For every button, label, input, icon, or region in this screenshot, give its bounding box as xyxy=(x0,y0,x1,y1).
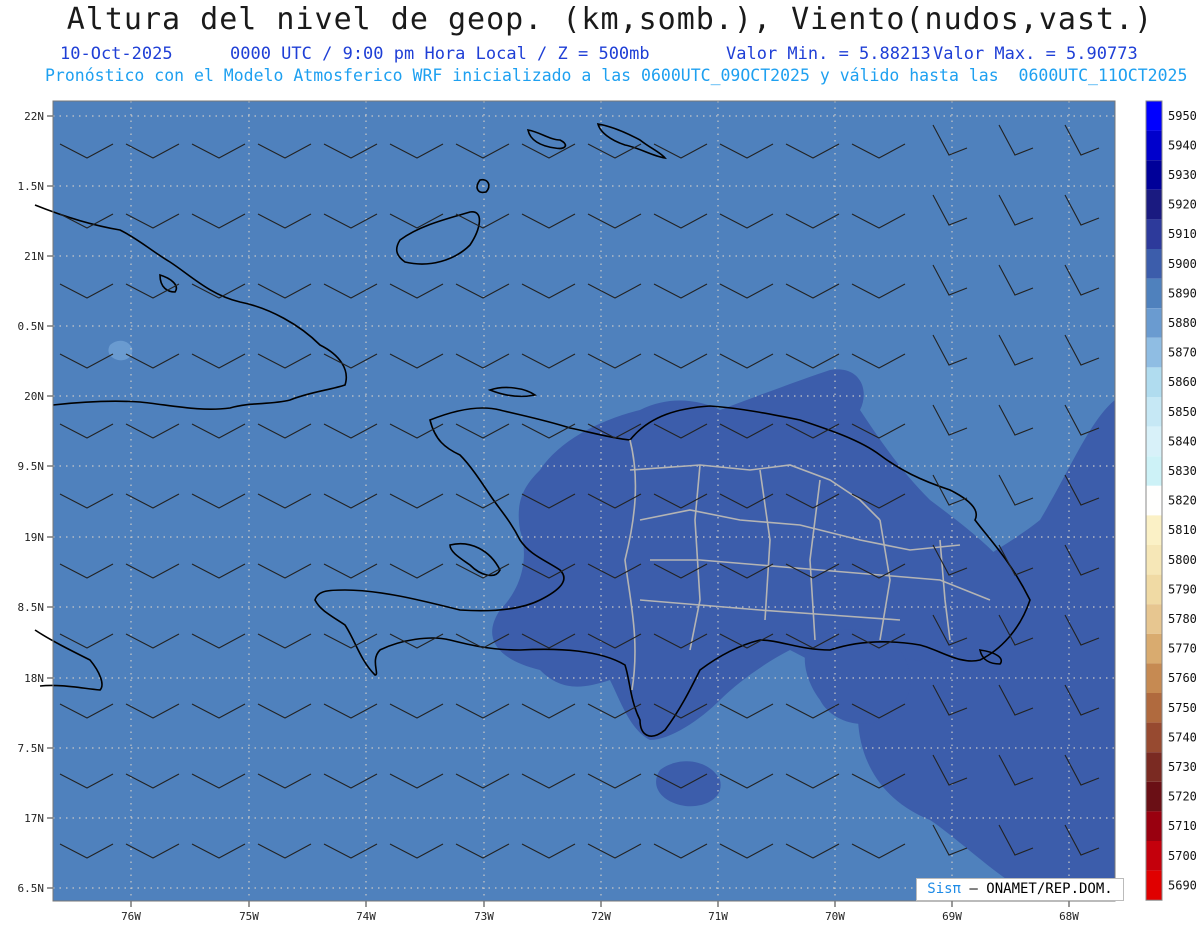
colorbar-label: 5790 xyxy=(1168,582,1197,596)
colorbar-swatch xyxy=(1146,367,1162,397)
colorbar-label: 5770 xyxy=(1168,642,1197,656)
colorbar-label: 5750 xyxy=(1168,701,1197,715)
colorbar-label: 5810 xyxy=(1168,523,1197,537)
colorbar-swatch xyxy=(1146,663,1162,693)
colorbar-label: 5910 xyxy=(1168,227,1197,241)
colorbar-label: 5920 xyxy=(1168,198,1197,212)
lon-label: 72W xyxy=(591,910,611,923)
colorbar-label: 5870 xyxy=(1168,346,1197,360)
colorbar-swatch xyxy=(1146,693,1162,723)
colorbar-label: 5860 xyxy=(1168,375,1197,389)
colorbar-label: 5950 xyxy=(1168,109,1197,123)
colorbar-label: 5800 xyxy=(1168,553,1197,567)
lon-label: 68W xyxy=(1059,910,1079,923)
colorbar-swatch xyxy=(1146,249,1162,279)
colorbar-swatch xyxy=(1146,160,1162,190)
colorbar-label: 5850 xyxy=(1168,405,1197,419)
colorbar-swatch xyxy=(1146,545,1162,575)
colorbar-label: 5690 xyxy=(1168,878,1197,892)
lat-label: 9.5N xyxy=(18,460,45,473)
lat-label: 22N xyxy=(24,110,44,123)
colorbar-swatch xyxy=(1146,426,1162,457)
colorbar-swatch xyxy=(1146,633,1162,664)
credit-box: Sisπ – ONAMET/REP.DOM. xyxy=(916,878,1124,901)
colorbar-label: 5760 xyxy=(1168,671,1197,685)
colorbar-swatch xyxy=(1146,752,1162,782)
colorbar-swatch xyxy=(1146,456,1162,486)
colorbar-label: 5820 xyxy=(1168,494,1197,508)
lat-label: 20N xyxy=(24,390,44,403)
colorbar-swatch xyxy=(1146,397,1162,427)
colorbar-swatch xyxy=(1146,278,1162,309)
colorbar-swatch xyxy=(1146,574,1162,605)
colorbar-swatch xyxy=(1146,485,1162,516)
lat-label: 0.5N xyxy=(18,320,45,333)
colorbar-swatch xyxy=(1146,101,1162,131)
lat-label: 17N xyxy=(24,812,44,825)
sispi-logo: Sisπ xyxy=(927,881,961,897)
colorbar-label: 5890 xyxy=(1168,286,1197,300)
colorbar-label: 5730 xyxy=(1168,760,1197,774)
colorbar-swatch xyxy=(1146,811,1162,841)
lon-label: 75W xyxy=(239,910,259,923)
lat-label: 7.5N xyxy=(18,742,45,755)
colorbar-swatch xyxy=(1146,189,1162,220)
colorbar-label: 5830 xyxy=(1168,464,1197,478)
colorbar-swatch xyxy=(1146,841,1162,871)
colorbar-label: 5840 xyxy=(1168,434,1197,448)
colorbar-label: 5700 xyxy=(1168,849,1197,863)
longitude-labels: 76W 75W 74W 73W 72W 71W 70W 69W 68W xyxy=(121,901,1079,923)
colorbar-swatch xyxy=(1146,308,1162,338)
lat-label: 18N xyxy=(24,672,44,685)
colorbar-label: 5930 xyxy=(1168,168,1197,182)
lat-label: 6.5N xyxy=(18,882,45,895)
lat-label: 8.5N xyxy=(18,601,45,614)
colorbar-swatch xyxy=(1146,130,1162,161)
lon-label: 71W xyxy=(708,910,728,923)
lat-label: 1.5N xyxy=(18,180,45,193)
colorbar-label: 5740 xyxy=(1168,730,1197,744)
colorbar-swatch xyxy=(1146,337,1162,368)
colorbar-swatch xyxy=(1146,219,1162,249)
geopotential-map: 22N 1.5N 21N 0.5N 20N 9.5N 19N 8.5N 18N 7.5N 17N 6.… xyxy=(18,100,1197,923)
colorbar-swatch xyxy=(1146,604,1162,634)
latitude-labels: 22N 1.5N 21N 0.5N 20N 9.5N 19N 8.5N 18N 7.5N 17N 6.… xyxy=(18,110,53,895)
colorbar-swatch xyxy=(1146,722,1162,753)
colorbar-swatch xyxy=(1146,870,1162,901)
lon-label: 69W xyxy=(942,910,962,923)
colorbar-label: 5720 xyxy=(1168,790,1197,804)
lon-label: 76W xyxy=(121,910,141,923)
colorbar-label: 5900 xyxy=(1168,257,1197,271)
colorbar-swatch xyxy=(1146,515,1162,545)
lat-label: 19N xyxy=(24,531,44,544)
colorbar: 5950 5940 5930 5920 5910 5900 5890 5880 5870 5860… xyxy=(1145,100,1197,901)
colorbar-label: 5710 xyxy=(1168,819,1197,833)
lat-label: 21N xyxy=(24,250,44,263)
colorbar-swatch xyxy=(1146,781,1162,812)
colorbar-label: 5780 xyxy=(1168,612,1197,626)
colorbar-label: 5880 xyxy=(1168,316,1197,330)
lon-label: 74W xyxy=(356,910,376,923)
lon-label: 73W xyxy=(474,910,494,923)
credit-text: – ONAMET/REP.DOM. xyxy=(969,881,1113,897)
lon-label: 70W xyxy=(825,910,845,923)
colorbar-label: 5940 xyxy=(1168,138,1197,152)
